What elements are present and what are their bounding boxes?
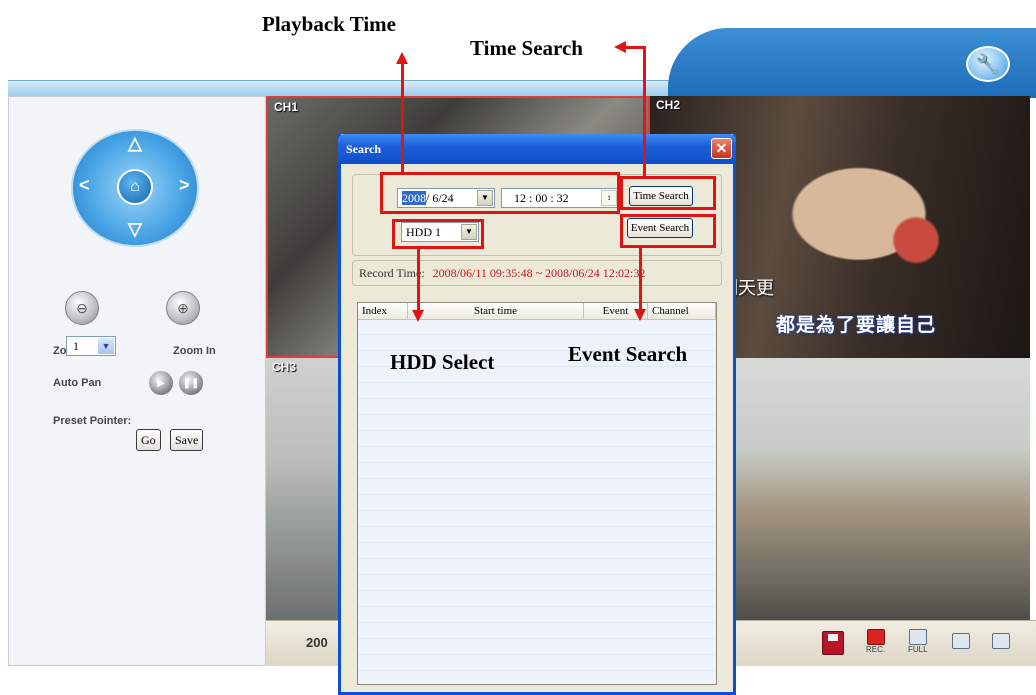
home-icon[interactable]: ⌂ — [117, 169, 153, 205]
preset-pointer-label: Preset Pointer: — [53, 415, 132, 427]
dpad-down-icon[interactable]: ▽ — [128, 219, 142, 240]
single-view-button[interactable] — [992, 633, 1010, 649]
wrench-icon[interactable]: 🔧 — [966, 46, 1010, 82]
event-search-arrow-line — [639, 248, 642, 310]
time-search-annotation: Time Search — [470, 36, 583, 60]
single-icon — [992, 633, 1010, 649]
channel-3-label: CH3 — [272, 360, 297, 374]
column-start-time[interactable]: Start time — [408, 303, 584, 320]
time-search-highlight — [620, 176, 716, 210]
dpad-up-icon[interactable]: △ — [128, 133, 142, 154]
full-label: FULL — [908, 645, 928, 654]
ptz-direction-pad: △ ▽ < > ⌂ — [71, 129, 199, 247]
ptz-control-panel: △ ▽ < > ⌂ ⊖ ⊕ Zoom Out Zoom In Auto Pan … — [8, 96, 266, 666]
full-button[interactable]: FULL — [908, 629, 928, 654]
dpad-right-icon[interactable]: > — [179, 175, 190, 196]
dpad-left-icon[interactable]: < — [79, 175, 90, 196]
column-channel[interactable]: Channel — [648, 303, 716, 320]
event-search-highlight — [620, 214, 716, 248]
go-button[interactable]: Go — [136, 429, 161, 451]
column-index[interactable]: Index — [358, 303, 408, 320]
hdd-select-highlight — [392, 219, 484, 249]
chevron-down-icon[interactable]: ▼ — [98, 338, 114, 354]
playback-time-highlight — [380, 172, 620, 214]
quad-icon — [952, 633, 970, 649]
playback-time-arrowhead — [396, 52, 408, 64]
event-search-arrowhead — [634, 309, 646, 321]
playback-time-arrow-line — [401, 60, 404, 172]
time-search-arrow-horizontal — [624, 46, 646, 49]
time-search-arrow-vertical — [643, 46, 646, 176]
channel-2-label: CH2 — [656, 98, 681, 112]
auto-pan-label: Auto Pan — [53, 377, 102, 389]
hdd-select-arrowhead — [412, 310, 424, 322]
dialog-title: Search — [346, 142, 382, 156]
play-icon[interactable]: ▶ — [149, 371, 173, 395]
preset-value: 1 — [73, 339, 79, 353]
record-time-value: 2008/06/11 09:35:48 ~ 2008/06/24 12:02:3… — [432, 266, 646, 280]
event-search-annotation: Event Search — [568, 342, 688, 366]
rec-icon — [866, 629, 885, 645]
quad-view-button[interactable] — [952, 633, 970, 649]
preset-select[interactable]: 1 ▼ — [66, 336, 116, 356]
playback-date: 200 — [306, 635, 328, 650]
save-button[interactable]: Save — [170, 429, 204, 451]
record-time-label: Record Time: — [359, 266, 425, 280]
rec-label: REC. — [866, 645, 886, 654]
full-icon — [908, 629, 927, 645]
time-search-arrowhead — [614, 41, 626, 53]
close-icon[interactable]: ✕ — [711, 138, 732, 159]
channel-2-subtitle-2: 都是為了要讓自己 — [776, 315, 937, 336]
zoom-in-icon[interactable]: ⊕ — [166, 291, 200, 325]
hdd-select-annotation: HDD Select — [390, 350, 495, 374]
disk-icon[interactable] — [822, 631, 844, 655]
zoom-out-icon[interactable]: ⊖ — [65, 291, 99, 325]
zoom-in-label: Zoom In — [173, 345, 216, 357]
pause-icon[interactable]: ❚❚ — [179, 371, 203, 395]
record-time-line: Record Time: 2008/06/11 09:35:48 ~ 2008/0… — [352, 260, 722, 286]
hdd-select-arrow-line — [417, 249, 420, 311]
rec-button[interactable]: REC. — [866, 629, 885, 654]
playback-time-annotation: Playback Time — [262, 12, 396, 36]
dialog-titlebar: Search ✕ — [338, 134, 736, 164]
channel-1-label: CH1 — [274, 100, 299, 114]
